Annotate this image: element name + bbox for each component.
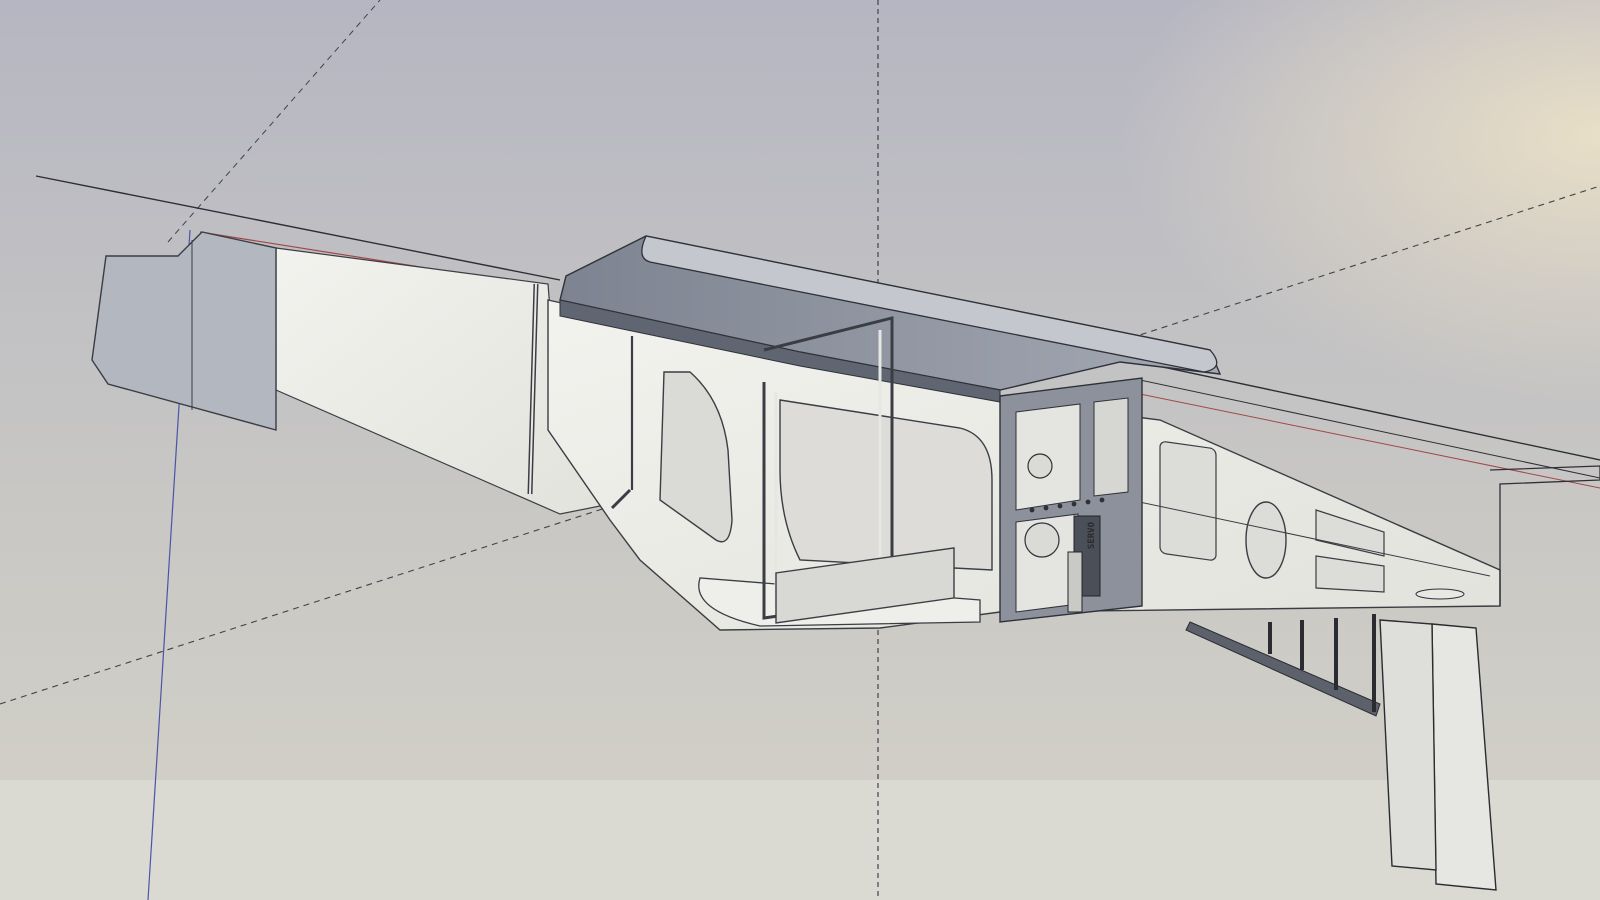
ground-strip (0, 780, 1600, 900)
servo-bay-opening-right (1093, 397, 1129, 497)
servo-hole-lower (1024, 522, 1060, 558)
servo-bay[interactable] (999, 377, 1143, 623)
servo-panel-label: SERVO (1087, 522, 1097, 550)
model-canvas[interactable] (0, 0, 1600, 900)
lightening-hole-large (1245, 501, 1287, 579)
nose-detail (1415, 588, 1465, 600)
model-viewport[interactable]: SERVO (0, 0, 1600, 900)
cutout-rear-1 (1159, 441, 1217, 561)
servo-mount-plate (1067, 551, 1083, 613)
servo-hole-upper (1027, 453, 1053, 479)
